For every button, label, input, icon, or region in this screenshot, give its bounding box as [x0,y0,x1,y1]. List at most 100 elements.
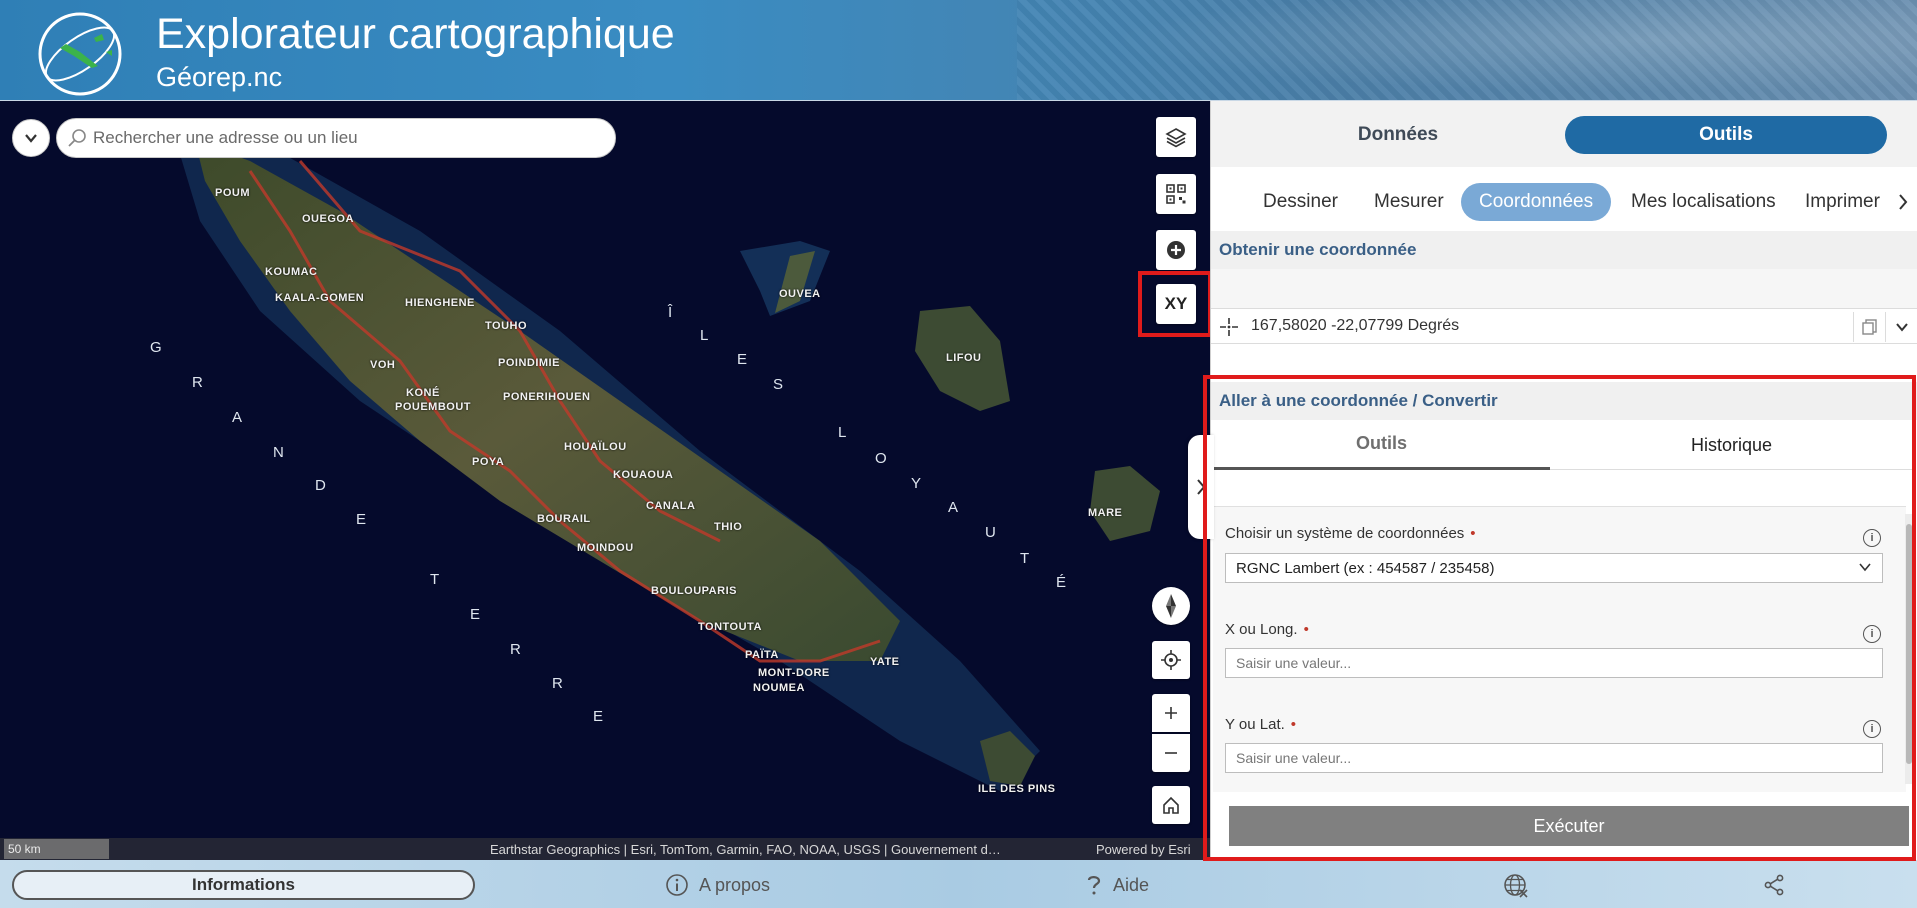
place-label: POUM [215,187,250,199]
side-panel: Données Outils Dessiner Mesurer Coordonn… [1210,101,1917,860]
required-marker: • [1290,716,1297,733]
place-label: POINDIMIE [498,357,560,369]
question-mark-icon [1087,876,1101,895]
subtab-mes-localisations[interactable]: Mes localisations [1631,183,1776,221]
scale-bar: 50 km [4,839,109,859]
app-footer: Informations A propos Aide [0,860,1917,908]
form-scrollbar[interactable] [1905,514,1913,784]
share-icon [1764,874,1784,896]
region-letter: A [948,499,959,516]
region-letter: T [430,571,440,588]
app-subtitle: Géorep.nc [156,62,283,92]
add-data-button[interactable] [1156,230,1196,270]
coordinate-system-select[interactable]: RGNC Lambert (ex : 454587 / 235458) [1225,553,1883,583]
xy-highlight-frame [1138,271,1212,337]
info-icon[interactable]: i [1863,720,1881,738]
copy-icon [1861,319,1877,335]
place-label: ILE DES PINS [978,783,1056,795]
place-label: NOUMEA [753,682,805,694]
spacer [1211,344,1917,384]
subtab-mesurer[interactable]: Mesurer [1374,183,1444,221]
required-marker: • [1470,525,1476,542]
spacer [1211,269,1917,308]
collapse-panel-button[interactable] [1188,435,1214,539]
coordinate-system-value: RGNC Lambert (ex : 454587 / 235458) [1236,560,1495,577]
required-marker: • [1303,621,1309,638]
map-view[interactable]: POUM OUEGOA KOUMAC KAALA-GOMEN HIENGHENE… [0,101,1210,860]
copy-button[interactable] [1853,312,1885,342]
place-label: KAALA-GOMEN [275,292,365,304]
search-box[interactable] [56,118,616,158]
app-title: Explorateur cartographique [156,10,675,58]
layers-icon [1165,128,1187,148]
panel-tabs: Données Outils [1211,101,1917,167]
chevron-right-icon [1899,194,1908,210]
locate-icon [1161,650,1181,670]
zoom-out-button[interactable] [1152,734,1190,772]
region-letter: L [700,327,709,344]
qr-code-button[interactable] [1156,174,1196,214]
app-header: Explorateur cartographique Géorep.nc [0,0,1917,101]
crosshair-icon[interactable] [1219,317,1239,337]
place-label: TONTOUTA [698,621,762,633]
chevron-down-icon [25,134,37,143]
x-field-label: X ou Long. • [1225,621,1309,638]
chevron-down-icon [1895,323,1908,332]
region-letter: E [470,606,481,623]
region-letter: A [232,409,243,426]
minus-icon [1165,752,1177,754]
execute-button[interactable]: Exécuter [1229,806,1909,846]
locate-button[interactable] [1152,641,1190,679]
about-link[interactable]: A propos [665,873,770,897]
goto-inner-tabs: Outils Historique [1213,420,1913,470]
region-letter: E [593,708,604,725]
language-button[interactable] [1503,873,1529,899]
share-button[interactable] [1762,873,1786,897]
zoom-in-button[interactable] [1152,694,1190,732]
region-letter: U [985,524,996,541]
home-button[interactable] [1152,786,1190,824]
region-letter: Y [911,475,922,492]
inner-tab-outils[interactable]: Outils [1213,420,1550,470]
coordinate-system-label-text: Choisir un système de coordonnées [1225,525,1465,542]
x-value-input[interactable] [1225,648,1883,678]
informations-button[interactable]: Informations [12,870,475,900]
info-icon[interactable]: i [1863,529,1881,547]
subtab-coordonnees[interactable]: Coordonnées [1461,183,1612,221]
inner-tab-historique[interactable]: Historique [1550,420,1913,470]
region-letter: E [737,351,748,368]
place-label: HIENGHENE [405,297,475,309]
powered-by-link[interactable]: Powered by Esri [1096,842,1208,857]
plus-circle-icon [1167,241,1185,259]
place-label: POUEMBOUT [395,401,471,413]
coordinate-system-label: Choisir un système de coordonnées • [1225,525,1476,542]
coordinate-format-dropdown[interactable] [1885,312,1917,342]
search-input[interactable] [93,128,593,148]
region-letter: R [552,675,563,692]
map-attribution[interactable]: Earthstar Geographics | Esri, TomTom, Ga… [490,842,1080,857]
info-circle-icon [666,874,688,896]
map-terrain [170,121,1160,791]
info-icon[interactable]: i [1863,625,1881,643]
region-letter: T [1020,550,1030,567]
region-letter: R [192,374,203,391]
y-value-input[interactable] [1225,743,1883,773]
coordinate-readout-row: 167,58020 -22,07799 Degrés [1211,308,1917,344]
subtab-imprimer[interactable]: Imprimer [1805,183,1880,221]
search-toggle-button[interactable] [12,119,50,157]
compass-button[interactable] [1152,587,1190,625]
subtabs-next-button[interactable] [1897,183,1909,221]
layers-button[interactable] [1156,117,1196,157]
place-label: HOUAÏLOU [564,441,627,453]
place-label: OUEGOA [302,213,354,225]
tab-outils[interactable]: Outils [1565,116,1887,154]
subtab-dessiner[interactable]: Dessiner [1263,183,1338,221]
compass-icon [1166,594,1176,618]
region-letter: E [356,511,367,528]
region-letter: G [150,339,162,356]
scrollbar-thumb[interactable] [1906,524,1912,764]
place-label: TOUHO [485,320,528,332]
tab-donnees[interactable]: Données [1237,116,1559,154]
help-link[interactable]: Aide [1085,873,1149,897]
plus-icon [1165,707,1177,719]
